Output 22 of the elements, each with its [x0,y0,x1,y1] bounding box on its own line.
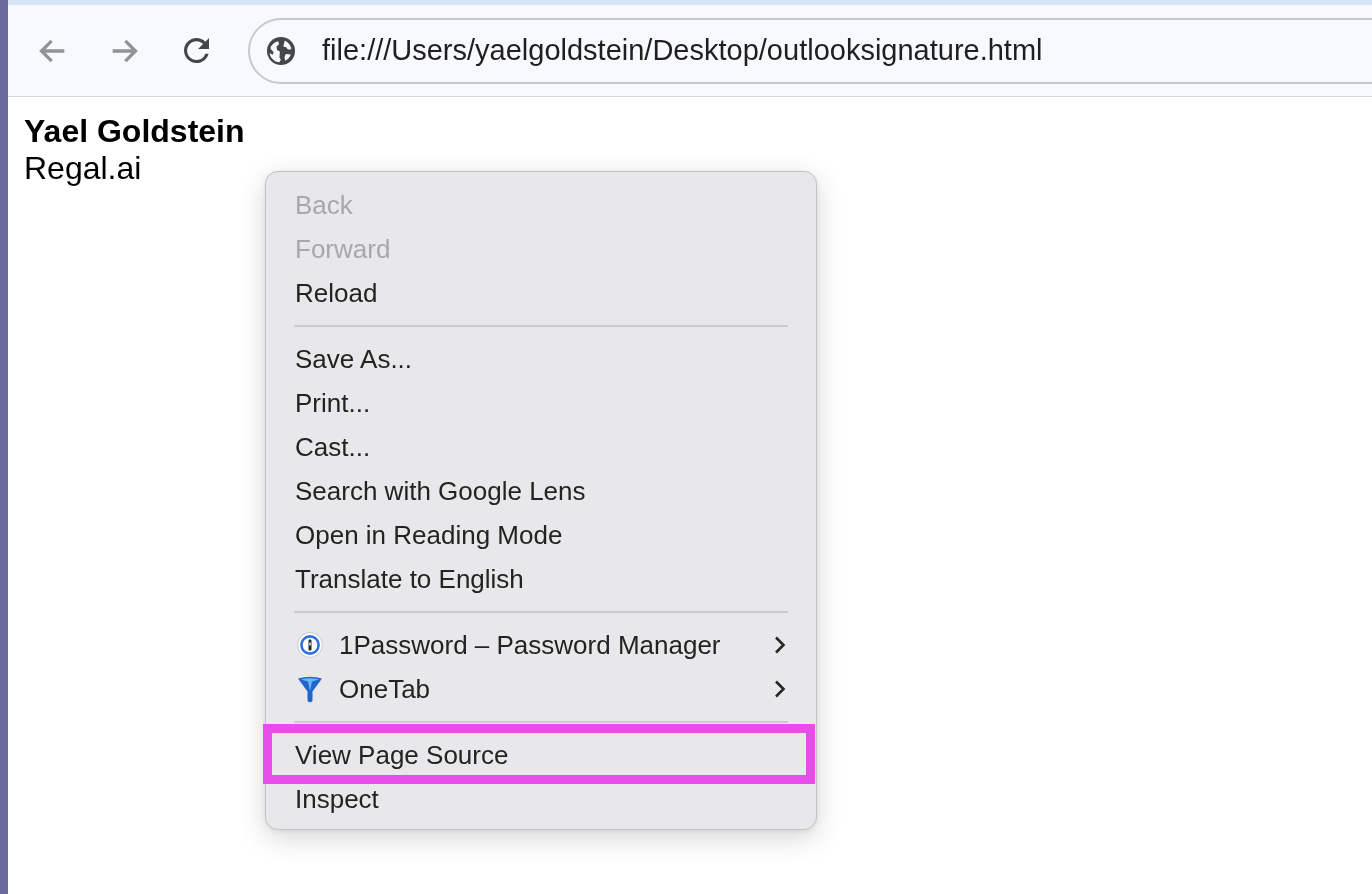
menu-item[interactable]: Open in Reading Mode [266,513,816,557]
signature-name: Yael Goldstein [24,113,245,150]
globe-icon [267,36,295,65]
menu-item[interactable]: 1Password – Password Manager [266,623,816,667]
chevron-right-icon [774,680,786,698]
address-field[interactable]: file:///Users/yaelgoldstein/Desktop/outlooksignature.html [248,17,1372,84]
menu-item[interactable]: Print... [266,381,816,425]
menu-item[interactable]: Cast... [266,425,816,469]
menu-item[interactable]: Translate to English [266,557,816,601]
keyhole-ring-icon [297,632,323,658]
forward-arrow-icon [110,38,138,63]
chevron-right-icon [774,636,786,654]
back-arrow-icon [38,38,66,63]
reload-icon [183,38,209,63]
funnel-icon [297,675,323,703]
menu-item[interactable]: Inspect [266,777,816,821]
menu-item[interactable]: OneTab [266,667,816,711]
menu-item[interactable]: View Page Source [266,733,816,777]
menu-item[interactable]: Reload [266,271,816,315]
menu-item[interactable]: Save As... [266,337,816,381]
menu-item[interactable]: Search with Google Lens [266,469,816,513]
signature-company: Regal.ai [24,150,142,187]
